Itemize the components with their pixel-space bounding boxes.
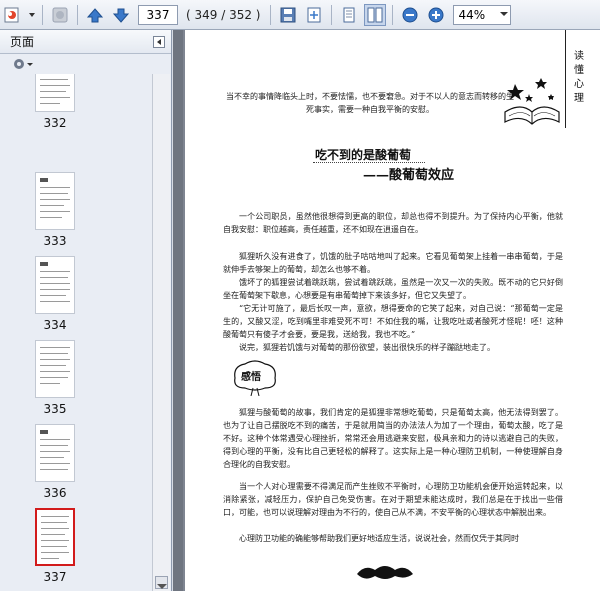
chevron-left-icon <box>157 38 161 45</box>
page-thumbnail[interactable] <box>35 172 75 230</box>
panel-scrollbar[interactable] <box>152 74 170 591</box>
page-count-label: ( 349 / 352 ) <box>186 7 261 22</box>
page-number-input[interactable]: 337 <box>138 4 178 25</box>
save-icon[interactable] <box>277 4 299 26</box>
document-menu-button[interactable] <box>2 4 24 26</box>
epigraph: 当不幸的事情降临头上时，不要怯懦，也不要窘急。对于不以人的意志而转移的生死事实，… <box>226 92 514 114</box>
fit-page-icon[interactable] <box>303 4 325 26</box>
page-thumbnail[interactable] <box>35 340 75 398</box>
single-page-icon[interactable] <box>338 4 360 26</box>
document-page: 读懂心理 当不幸的事情降临头上时，不要怯懦，也不要窘急。对于不以人的意志而转移的… <box>185 30 600 591</box>
ink-ornament-illustration <box>357 566 413 579</box>
gear-icon <box>14 59 33 69</box>
nav-pane-icon[interactable] <box>49 4 71 26</box>
article-title: 吃不到的是酸葡萄 <box>315 148 412 162</box>
paragraph: 一个公司职员，虽然他很想得到更高的职位，却总也得不到提升。为了保持内心平衡，他就… <box>223 212 563 234</box>
toolbar: 337 ( 349 / 352 ) 44% <box>0 0 600 30</box>
pages-panel: 页面 332 333 334 335 336 337 <box>0 30 172 591</box>
zoom-level-value: 44% <box>458 7 486 22</box>
paragraph: 饿坏了的狐狸尝试着跳跃跳，尝试着跳跃跳，虽然是一次又一次的失败。既不动的它只好倒… <box>223 278 563 300</box>
panel-options[interactable] <box>0 54 171 74</box>
panel-header: 页面 <box>0 30 171 54</box>
thumbnail-list: 332 333 334 335 336 337 <box>0 74 152 591</box>
thumbnail-label: 332 <box>43 116 67 130</box>
thumbnail-label: 335 <box>43 402 67 416</box>
thumbnail-label: 337 <box>43 570 67 584</box>
toolbar-separator <box>331 4 333 25</box>
toolbar-separator <box>42 4 43 25</box>
article-subtitle: ——酸葡萄效应 <box>363 168 455 183</box>
paragraph: 狐狸听久没有进食了，饥饿的肚子咕咕地叫了起来。它看见葡萄架上挂着一串串葡萄，于是… <box>223 252 563 274</box>
open-book-illustration <box>504 78 560 125</box>
chevron-down-icon[interactable] <box>28 4 36 26</box>
zoom-in-icon[interactable] <box>425 4 447 26</box>
paragraph: 狐狸与酸葡萄的故事，我们肯定的是狐狸非常想吃葡萄，只是葡萄太高，他无法得到罢了。… <box>223 408 563 469</box>
chevron-down-icon[interactable] <box>500 11 509 16</box>
page-thumbnail[interactable] <box>35 508 75 566</box>
zoom-out-icon[interactable] <box>399 4 421 26</box>
paragraph: 说完，狐狸若饥饿与对葡萄的那份欲望，装出很快乐的样子蹦跶地走了。 <box>239 343 495 352</box>
sketch-label: 感悟 <box>241 372 261 383</box>
paragraph: 心理防卫功能的确能够帮助我们更好地适应生活，说说社会，然而仅凭于其同时 <box>239 534 519 543</box>
header-rule <box>565 30 566 128</box>
previous-page-button[interactable] <box>84 4 106 26</box>
thumbnail-label: 333 <box>43 234 67 248</box>
paragraph: 当一个人对心理需要不得满足而产生挫败不平衡时，心理防卫功能机会便开始运转起来，以… <box>223 482 563 517</box>
vertical-running-title: 读懂心理 <box>574 51 584 104</box>
next-page-button[interactable] <box>110 4 132 26</box>
toolbar-separator <box>270 4 272 25</box>
page-thumbnail[interactable] <box>35 256 75 314</box>
title-underline <box>313 162 425 163</box>
toolbar-separator <box>77 4 78 25</box>
page-thumbnail[interactable] <box>35 74 75 112</box>
zoom-level-select[interactable]: 44% <box>453 4 512 25</box>
thumbnail-label: 336 <box>43 486 67 500</box>
thumbnail-label: 334 <box>43 318 67 332</box>
page-thumbnail[interactable] <box>35 424 75 482</box>
panel-title: 页面 <box>10 35 35 49</box>
page-gutter <box>173 30 183 591</box>
paragraph: “它无计可施了，最后长叹一声，意欲，想得要命的它笑了起来，对自己说：“那葡萄一定… <box>223 304 563 339</box>
document-view[interactable]: 读懂心理 当不幸的事情降临头上时，不要怯懦，也不要窘急。对于不以人的意志而转移的… <box>173 30 600 591</box>
collapse-panel-button[interactable] <box>153 35 165 48</box>
toolbar-separator <box>392 4 394 25</box>
chevron-down-icon[interactable] <box>157 584 167 589</box>
two-page-icon[interactable] <box>364 3 387 26</box>
